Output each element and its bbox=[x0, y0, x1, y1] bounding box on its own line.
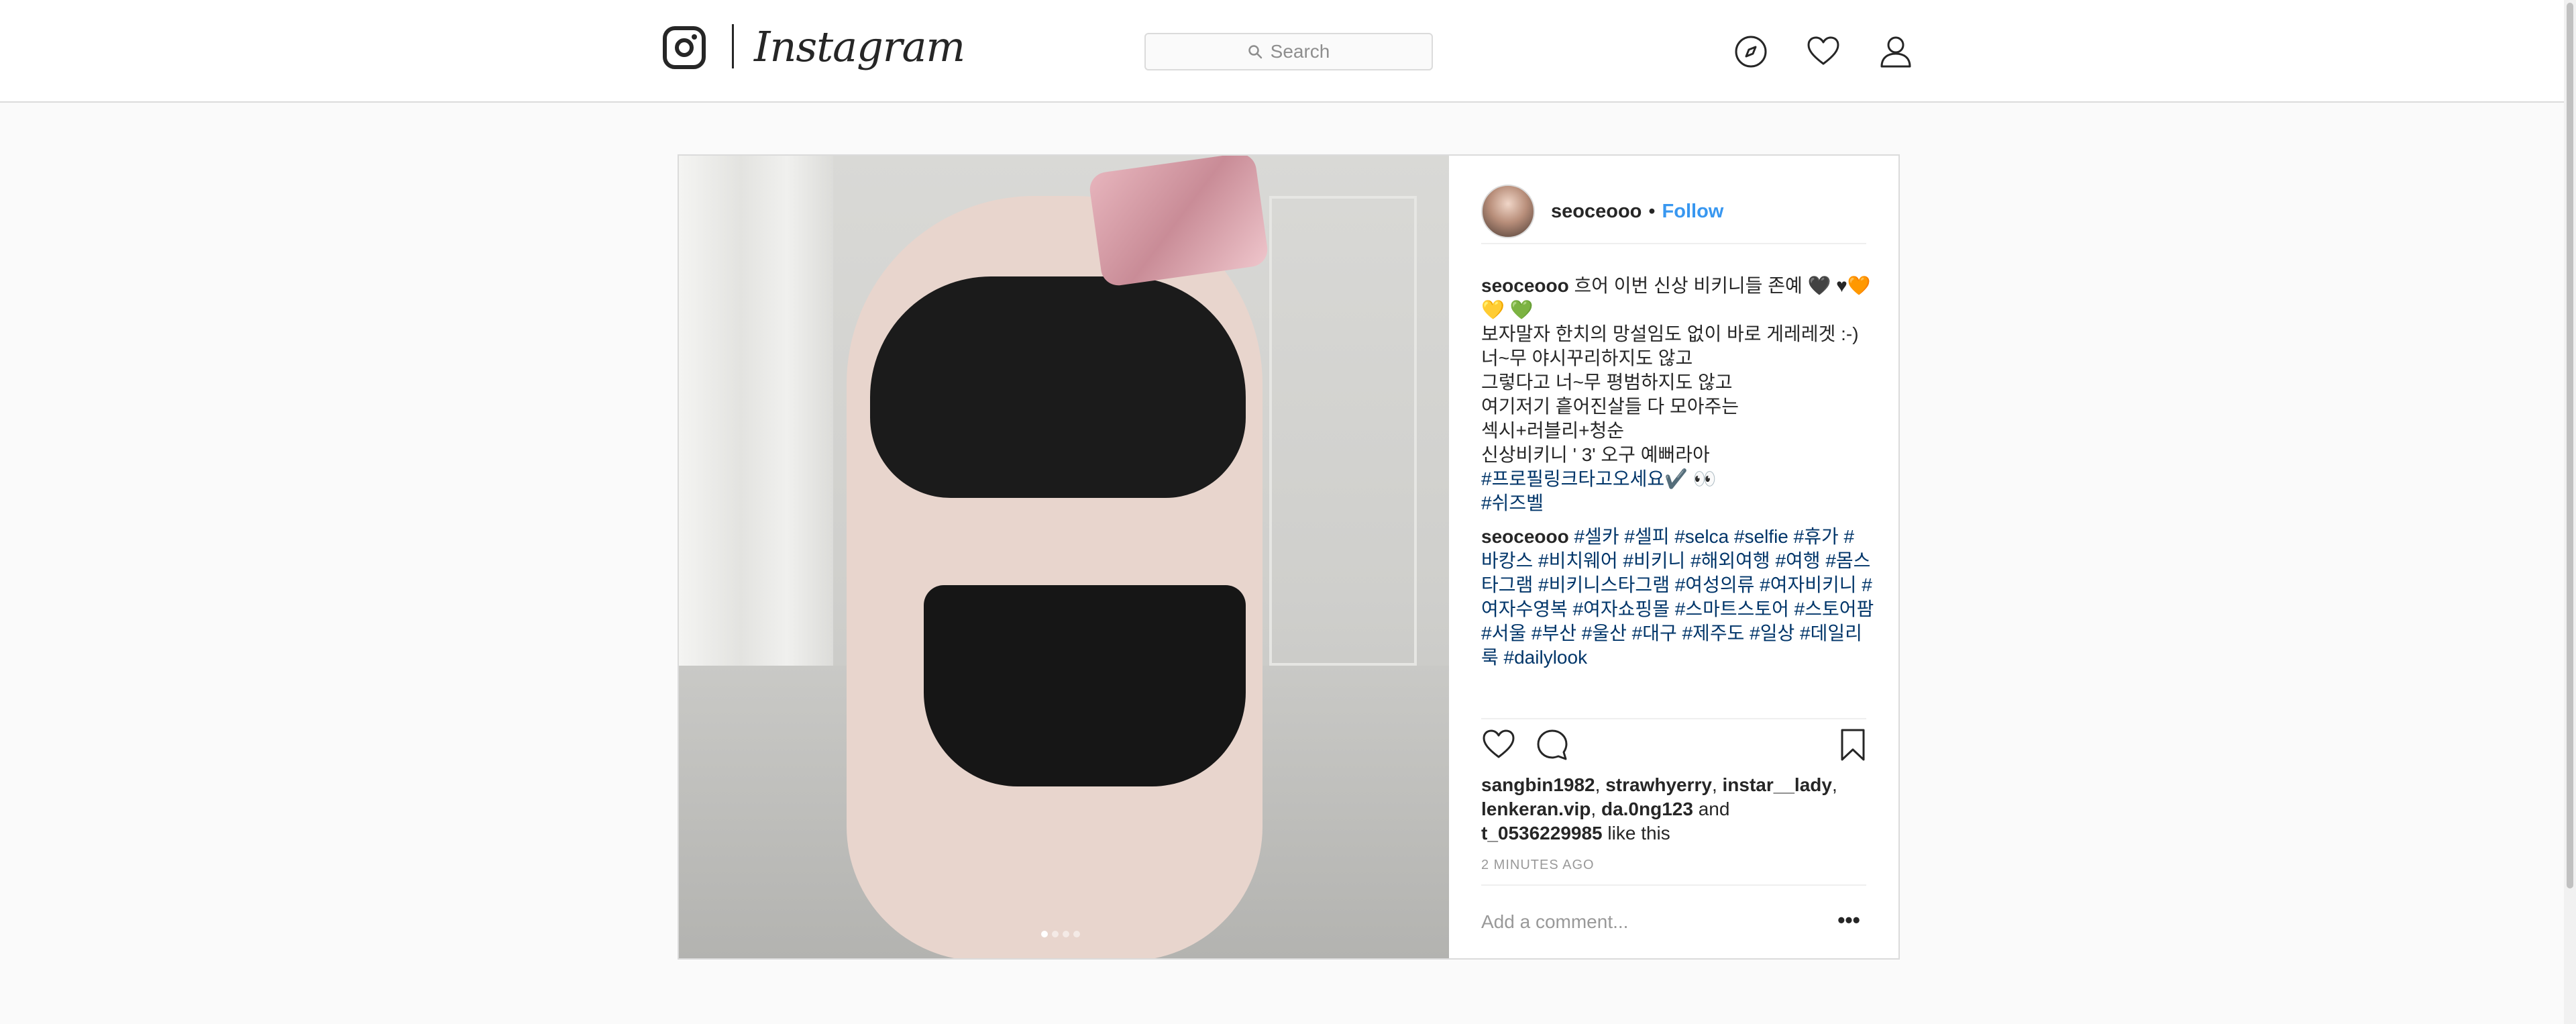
camera-dot-shape bbox=[692, 34, 697, 40]
scrollbar-thumb[interactable] bbox=[2567, 3, 2573, 888]
liker-username[interactable]: lenkeran.vip bbox=[1481, 799, 1591, 819]
search-icon bbox=[1248, 45, 1262, 59]
user-profile-icon[interactable] bbox=[1878, 34, 1913, 69]
likes-and: and bbox=[1698, 799, 1730, 819]
page-scrollbar[interactable] bbox=[2564, 0, 2576, 1024]
caption-username[interactable]: seoceooo bbox=[1481, 275, 1569, 296]
caption-text: 흐어 이번 신상 비키니들 존예 🖤 ♥🧡 bbox=[1574, 275, 1871, 296]
comment-hashtags[interactable]: 룩 #dailylook bbox=[1481, 646, 1870, 670]
photo-swimsuit-top bbox=[870, 276, 1246, 498]
actions-divider bbox=[1481, 718, 1866, 719]
compass-icon[interactable] bbox=[1733, 34, 1768, 69]
photo-phone bbox=[1087, 156, 1270, 288]
carousel-dot[interactable] bbox=[1041, 931, 1048, 937]
camera-lens-shape bbox=[675, 38, 694, 57]
hashtag-comment: seoceooo #셀카 #셀피 #selca #selfie #휴가 # 바캉… bbox=[1481, 525, 1874, 670]
caption-text: 섹시+러블리+청순 bbox=[1481, 420, 1625, 441]
carousel-dot[interactable] bbox=[1073, 931, 1080, 937]
comment-hashtags[interactable]: #셀카 #셀피 #selca #selfie #휴가 # bbox=[1574, 526, 1854, 547]
caption-text: 신상비키니 ' 3' 오구 예뻐라아 bbox=[1481, 444, 1710, 465]
avatar[interactable] bbox=[1481, 185, 1535, 238]
add-comment-row: ••• bbox=[1481, 884, 1866, 958]
instagram-wordmark[interactable]: Instagram bbox=[754, 20, 965, 74]
caption-text: 💛 💚 bbox=[1481, 299, 1534, 320]
caption-hashtag[interactable]: #프로필링크타고오세요✔️ 👀 bbox=[1481, 467, 1870, 491]
comment-hashtags[interactable]: #서울 #부산 #울산 #대구 #제주도 #일상 #데일리 bbox=[1481, 621, 1870, 646]
liker-username[interactable]: t_0536229985 bbox=[1481, 823, 1603, 843]
post-header: seoceooo • Follow bbox=[1481, 180, 1866, 244]
caption-text: 여기저기 흩어진살들 다 모아주는 bbox=[1481, 396, 1739, 417]
comment-hashtags[interactable]: 바캉스 #비치웨어 #비키니 #해외여행 #여행 #몸스 bbox=[1481, 549, 1870, 573]
carousel-dots bbox=[1041, 931, 1080, 937]
logo-divider bbox=[732, 24, 734, 68]
likes-comma: , bbox=[1595, 774, 1601, 795]
liker-username[interactable]: strawhyerry bbox=[1605, 774, 1712, 795]
bookmark-icon[interactable] bbox=[1835, 727, 1870, 762]
likes-summary: sangbin1982, strawhyerry, instar__lady, … bbox=[1481, 773, 1870, 846]
post-timestamp[interactable]: 2 MINUTES AGO bbox=[1481, 858, 1595, 873]
liker-username[interactable]: da.0ng123 bbox=[1601, 799, 1693, 819]
likes-comma: , bbox=[1831, 774, 1837, 795]
liker-username[interactable]: sangbin1982 bbox=[1481, 774, 1595, 795]
photo-swimsuit-bottoms bbox=[924, 585, 1246, 786]
comment-hashtags[interactable]: 여자수영복 #여자쇼핑몰 #스마트스토어 #스토어팜 bbox=[1481, 597, 1874, 621]
caption-text: 보자말자 한치의 망설임도 없이 바로 게레레겟 :-) bbox=[1481, 323, 1859, 344]
photo-wall-panel bbox=[1269, 196, 1417, 666]
like-heart-icon[interactable] bbox=[1481, 727, 1516, 762]
search-placeholder: Search bbox=[1270, 41, 1330, 62]
likes-comma: , bbox=[1591, 799, 1597, 819]
top-navigation-bar: Instagram Search bbox=[0, 0, 2576, 103]
carousel-dot[interactable] bbox=[1063, 931, 1069, 937]
post-card: seoceooo • Follow seoceooo 흐어 이번 신상 비키니들… bbox=[678, 154, 1900, 960]
comment-hashtags[interactable]: 타그램 #비키니스타그램 #여성의류 #여자비키니 # bbox=[1481, 573, 1872, 597]
more-options-icon[interactable]: ••• bbox=[1835, 909, 1862, 934]
likes-like-this: like this bbox=[1607, 823, 1670, 843]
comment-bubble-icon[interactable] bbox=[1535, 727, 1570, 762]
caption-text: 너~무 야시꾸리하지도 않고 bbox=[1481, 348, 1693, 368]
comment-username[interactable]: seoceooo bbox=[1481, 526, 1569, 547]
add-comment-input[interactable] bbox=[1481, 909, 1803, 935]
heart-icon[interactable] bbox=[1806, 34, 1841, 69]
caption-text: 그렇다고 너~무 평범하지도 않고 bbox=[1481, 372, 1733, 393]
instagram-logo-icon[interactable] bbox=[663, 26, 706, 69]
search-box[interactable]: Search bbox=[1144, 33, 1433, 70]
carousel-dot[interactable] bbox=[1052, 931, 1059, 937]
follow-button[interactable]: Follow bbox=[1662, 201, 1724, 223]
caption-hashtag[interactable]: #쉬즈벨 bbox=[1481, 491, 1870, 515]
post-photo[interactable] bbox=[679, 156, 1449, 958]
likes-comma: , bbox=[1711, 774, 1717, 795]
separator: • bbox=[1648, 200, 1656, 222]
liker-username[interactable]: instar__lady bbox=[1723, 774, 1832, 795]
author-username[interactable]: seoceooo bbox=[1551, 201, 1642, 223]
post-side-panel: seoceooo • Follow seoceooo 흐어 이번 신상 비키니들… bbox=[1449, 156, 1898, 958]
post-caption: seoceooo 흐어 이번 신상 비키니들 존예 🖤 ♥🧡 💛 💚 보자말자 … bbox=[1481, 274, 1871, 515]
